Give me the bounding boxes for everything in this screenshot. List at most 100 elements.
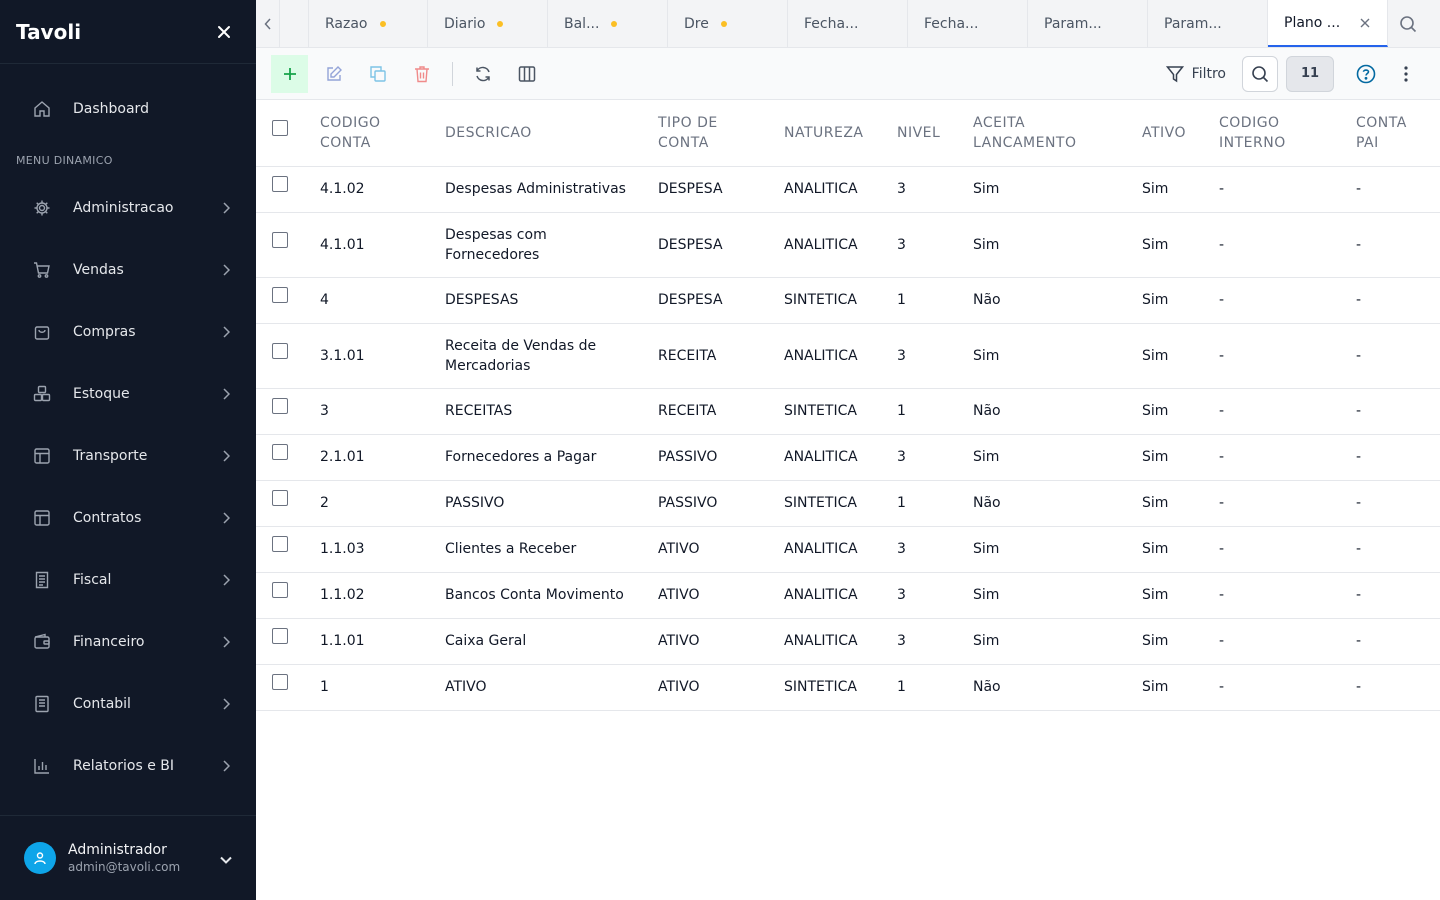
column-header-conta-pai[interactable]: CONTA PAI — [1348, 100, 1440, 166]
column-header-descricao[interactable]: DESCRICAO — [437, 100, 650, 166]
table-row[interactable]: 1.1.03 Clientes a Receber ATIVO ANALITIC… — [256, 526, 1440, 572]
filter-label: Filtro — [1191, 65, 1226, 82]
row-checkbox[interactable] — [272, 287, 288, 303]
sidebar-item-fiscal[interactable]: Fiscal — [0, 549, 256, 611]
sidebar-item-transporte[interactable]: Transporte — [0, 425, 256, 487]
cell-pai: - — [1356, 403, 1362, 419]
table-row[interactable]: 4.1.01 Despesas com Fornecedores DESPESA… — [256, 212, 1440, 277]
tab-scroll-left-button[interactable] — [256, 0, 280, 47]
column-header-ativo[interactable]: ATIVO — [1134, 100, 1211, 166]
chevron-right-icon — [220, 264, 232, 276]
cell-aceita: Não — [973, 403, 1001, 419]
app-logo: Tavoli — [16, 19, 82, 44]
table-row[interactable]: 3.1.01 Receita de Vendas de Mercadorias … — [256, 323, 1440, 388]
cell-pai: - — [1356, 633, 1362, 649]
cell-nivel: 3 — [897, 633, 906, 649]
table-row[interactable]: 1 ATIVO ATIVO SINTETICA 1 Não Sim - - — [256, 664, 1440, 710]
tab-search-button[interactable] — [1388, 0, 1428, 47]
edit-button[interactable] — [316, 56, 352, 92]
table-row[interactable]: 3 RECEITAS RECEITA SINTETICA 1 Não Sim -… — [256, 388, 1440, 434]
filter-button[interactable]: Filtro — [1158, 56, 1234, 92]
tab-razao[interactable]: Razao — [308, 0, 428, 47]
cell-natureza: ANALITICA — [784, 633, 858, 649]
ledger-icon — [32, 694, 52, 714]
tab-diario[interactable]: Diario — [428, 0, 548, 47]
column-header-natureza[interactable]: NATUREZA — [776, 100, 889, 166]
copy-icon — [370, 65, 386, 82]
tab-fechamento-1[interactable]: Fecha... — [788, 0, 908, 47]
table-row[interactable]: 4.1.02 Despesas Administrativas DESPESA … — [256, 166, 1440, 212]
refresh-button[interactable] — [465, 56, 501, 92]
sidebar-item-estoque[interactable]: Estoque — [0, 363, 256, 425]
row-checkbox[interactable] — [272, 231, 288, 248]
user-name: Administrador — [68, 842, 167, 858]
cell-ativo: Sim — [1142, 633, 1169, 649]
chevron-right-icon — [220, 636, 232, 648]
table-header-row: CODIGO CONTA DESCRICAO TIPO DE CONTA NAT… — [256, 100, 1440, 166]
unsaved-dot-icon — [720, 20, 727, 27]
search-button[interactable] — [1242, 55, 1278, 92]
user-menu[interactable]: Administrador admin@tavoli.com — [0, 815, 256, 900]
cell-descricao: PASSIVO — [445, 495, 505, 511]
sidebar-item-contabil[interactable]: Contabil — [0, 673, 256, 735]
table-row[interactable]: 1.1.01 Caixa Geral ATIVO ANALITICA 3 Sim… — [256, 618, 1440, 664]
row-checkbox[interactable] — [272, 582, 288, 598]
cell-ativo: Sim — [1142, 292, 1169, 308]
sidebar-item-label: Dashboard — [73, 101, 149, 117]
cell-codigo: 3.1.01 — [320, 347, 365, 364]
cart-icon — [32, 260, 52, 280]
row-checkbox[interactable] — [272, 176, 288, 192]
layout-icon — [32, 508, 52, 528]
sidebar-item-administracao[interactable]: Administracao — [0, 177, 256, 239]
add-button[interactable] — [271, 54, 308, 93]
cell-interno: - — [1219, 347, 1225, 364]
column-header-codigo-interno[interactable]: CODIGO INTERNO — [1211, 100, 1348, 166]
cell-codigo: 1.1.03 — [320, 541, 365, 557]
sidebar-item-vendas[interactable]: Vendas — [0, 239, 256, 301]
table-row[interactable]: 4 DESPESAS DESPESA SINTETICA 1 Não Sim -… — [256, 277, 1440, 323]
tab-balancete[interactable]: Bal... — [548, 0, 668, 47]
delete-button[interactable] — [404, 56, 440, 92]
tab-parametros-1[interactable]: Param... — [1028, 0, 1148, 47]
tab-dre[interactable]: Dre — [668, 0, 788, 47]
cell-codigo: 4 — [320, 292, 329, 308]
cell-interno: - — [1219, 292, 1225, 308]
sidebar-item-financeiro[interactable]: Financeiro — [0, 611, 256, 673]
row-checkbox[interactable] — [272, 628, 288, 644]
help-button[interactable] — [1348, 56, 1384, 92]
column-header-nivel[interactable]: NIVEL — [889, 100, 965, 166]
chevron-down-icon[interactable] — [220, 849, 232, 868]
table-row[interactable]: 2 PASSIVO PASSIVO SINTETICA 1 Não Sim - … — [256, 480, 1440, 526]
row-checkbox[interactable] — [272, 444, 288, 460]
table-row[interactable]: 2.1.01 Fornecedores a Pagar PASSIVO ANAL… — [256, 434, 1440, 480]
sidebar-item-label: Contratos — [73, 510, 142, 526]
columns-button[interactable] — [509, 56, 545, 92]
column-header-aceita-lancamento[interactable]: ACEITA LANCAMENTO — [965, 100, 1134, 166]
column-header-codigo-conta[interactable]: CODIGO CONTA — [312, 100, 437, 166]
select-all-checkbox[interactable] — [272, 119, 288, 136]
close-icon[interactable] — [216, 24, 232, 40]
cell-aceita: Sim — [973, 587, 1000, 603]
sidebar-item-relatorios-bi[interactable]: Relatorios e BI — [0, 735, 256, 797]
column-header-tipo-conta[interactable]: TIPO DE CONTA — [650, 100, 776, 166]
sidebar-item-dashboard[interactable]: Dashboard — [0, 78, 256, 140]
tab-plano-contas[interactable]: Plano ... — [1268, 0, 1388, 47]
close-tab-icon[interactable] — [1359, 17, 1371, 29]
sidebar-item-compras[interactable]: Compras — [0, 301, 256, 363]
row-checkbox[interactable] — [272, 398, 288, 414]
duplicate-button[interactable] — [360, 56, 396, 92]
row-checkbox[interactable] — [272, 342, 288, 359]
chevron-right-icon — [220, 512, 232, 524]
layout-icon — [32, 446, 52, 466]
tab-fechamento-2[interactable]: Fecha... — [908, 0, 1028, 47]
row-checkbox[interactable] — [272, 674, 288, 690]
cell-aceita: Não — [973, 495, 1001, 511]
more-options-button[interactable] — [1388, 56, 1424, 92]
cell-descricao: Caixa Geral — [445, 633, 527, 649]
row-checkbox[interactable] — [272, 536, 288, 552]
table-row[interactable]: 1.1.02 Bancos Conta Movimento ATIVO ANAL… — [256, 572, 1440, 618]
cell-ativo: Sim — [1142, 449, 1169, 465]
sidebar-item-contratos[interactable]: Contratos — [0, 487, 256, 549]
row-checkbox[interactable] — [272, 490, 288, 506]
tab-parametros-2[interactable]: Param... — [1148, 0, 1268, 47]
